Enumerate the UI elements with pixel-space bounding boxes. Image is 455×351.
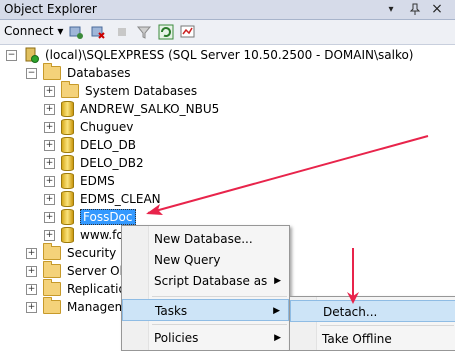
arrow-to-fossdoc (146, 135, 429, 215)
annotation-arrows (146, 135, 429, 304)
arrow-to-detach (347, 248, 359, 304)
